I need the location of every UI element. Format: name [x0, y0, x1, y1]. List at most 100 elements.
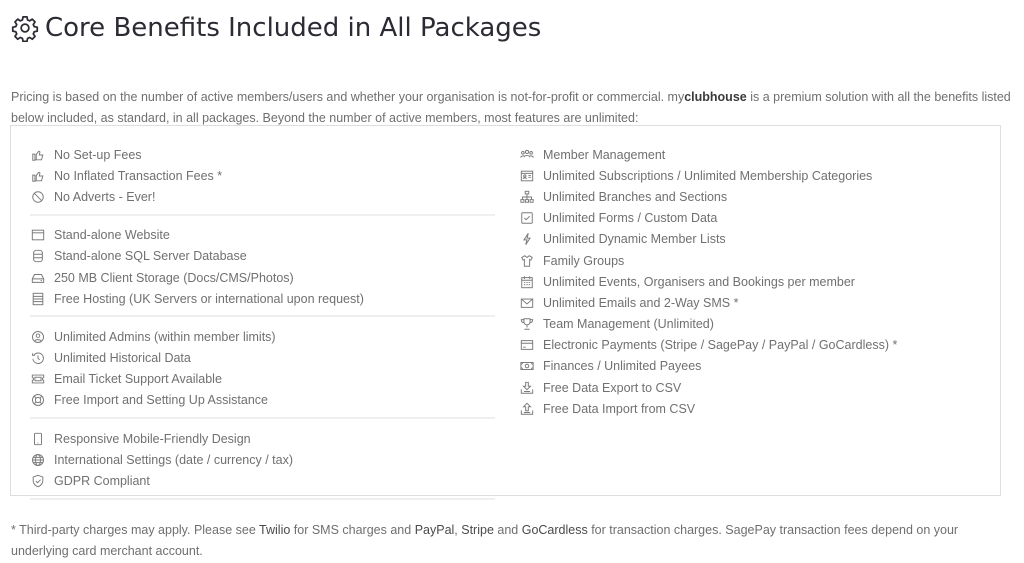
item-label: Team Management (Unlimited) — [543, 317, 714, 332]
list-item: Unlimited Emails and 2-Way SMS * — [519, 292, 984, 313]
footnote-text: for SMS charges and — [290, 522, 415, 537]
shield-check-icon — [31, 474, 45, 488]
list-item: Unlimited Forms / Custom Data — [519, 208, 984, 229]
list-item: Unlimited Events, Organisers and Booking… — [519, 271, 984, 292]
item-label: Electronic Payments (Stripe / SagePay / … — [543, 338, 898, 353]
intro-paragraph: Pricing is based on the number of active… — [11, 87, 1011, 129]
list-item: No Adverts - Ever! — [30, 186, 495, 207]
credit-card-icon — [520, 338, 534, 352]
list-item: Electronic Payments (Stripe / SagePay / … — [519, 335, 984, 356]
list-item: Finances / Unlimited Payees — [519, 356, 984, 377]
lifebuoy-icon — [31, 393, 45, 407]
trophy-icon — [520, 317, 534, 331]
list-item: Unlimited Branches and Sections — [519, 186, 984, 207]
intro-text-1: Pricing is based on the number of active… — [11, 89, 685, 104]
item-label: Free Import and Setting Up Assistance — [54, 393, 268, 408]
list-item: Unlimited Subscriptions / Unlimited Memb… — [519, 165, 984, 186]
item-label: Unlimited Subscriptions / Unlimited Memb… — [543, 168, 873, 183]
benefit-group-hosting: Stand-alone Website Stand-alone SQL Serv… — [30, 225, 495, 318]
footnote-text: and — [493, 522, 522, 537]
download-tray-icon — [520, 381, 534, 395]
item-label: Finances / Unlimited Payees — [543, 359, 702, 374]
item-label: International Settings (date / currency … — [54, 452, 294, 467]
brand-name: clubhouse — [684, 89, 747, 104]
upload-tray-icon — [520, 402, 534, 416]
list-item: Free Data Export to CSV — [519, 377, 984, 398]
users-icon — [520, 148, 534, 162]
mobile-icon — [31, 432, 45, 446]
hard-drive-icon — [31, 271, 45, 285]
server-icon — [31, 292, 45, 306]
gocardless-link[interactable]: GoCardless — [522, 523, 588, 537]
benefits-left-column: No Set-up Fees No Inflated Transaction F… — [30, 144, 495, 509]
item-label: No Set-up Fees — [54, 147, 142, 162]
thumbs-up-icon — [31, 169, 45, 183]
list-item: Stand-alone SQL Server Database — [30, 246, 495, 267]
history-icon — [31, 351, 45, 365]
benefit-group-features: Member Management Unlimited Subscription… — [519, 144, 984, 425]
item-label: Stand-alone Website — [54, 228, 170, 243]
item-label: Unlimited Events, Organisers and Booking… — [543, 274, 855, 289]
id-card-icon — [520, 169, 534, 183]
item-label: No Adverts - Ever! — [54, 189, 156, 204]
item-label: Free Hosting (UK Servers or internationa… — [54, 291, 364, 306]
item-label: Free Data Import from CSV — [543, 401, 696, 416]
thumbs-up-icon — [31, 148, 45, 162]
twilio-link[interactable]: Twilio — [259, 523, 290, 537]
benefits-right-column: Member Management Unlimited Subscription… — [519, 144, 984, 434]
item-label: Free Data Export to CSV — [543, 380, 682, 395]
list-item: International Settings (date / currency … — [30, 449, 495, 470]
list-item: GDPR Compliant — [30, 470, 495, 491]
benefits-panel: No Set-up Fees No Inflated Transaction F… — [10, 125, 1001, 500]
list-item: Unlimited Admins (within member limits) — [30, 326, 495, 347]
item-label: 250 MB Client Storage (Docs/CMS/Photos) — [54, 270, 294, 285]
stripe-link[interactable]: Stripe — [461, 523, 494, 537]
list-item: Stand-alone Website — [30, 225, 495, 246]
list-item: Free Import and Setting Up Assistance — [30, 390, 495, 411]
list-item: Family Groups — [519, 250, 984, 271]
item-label: Family Groups — [543, 253, 625, 268]
page-title: Core Benefits Included in All Packages — [45, 13, 542, 43]
item-label: Unlimited Emails and 2-Way SMS * — [543, 295, 739, 310]
envelope-icon — [520, 296, 534, 310]
sitemap-icon — [520, 190, 534, 204]
gear-icon — [11, 14, 39, 43]
item-label: Unlimited Dynamic Member Lists — [543, 232, 726, 247]
page-header: Core Benefits Included in All Packages — [11, 10, 541, 46]
list-item: Email Ticket Support Available — [30, 369, 495, 390]
list-item: Team Management (Unlimited) — [519, 314, 984, 335]
list-item: Free Hosting (UK Servers or internationa… — [30, 288, 495, 309]
list-item: No Set-up Fees — [30, 144, 495, 165]
item-label: Unlimited Historical Data — [54, 351, 191, 366]
benefit-group-fees: No Set-up Fees No Inflated Transaction F… — [30, 144, 495, 216]
item-label: Unlimited Branches and Sections — [543, 189, 728, 204]
footnote: * Third-party charges may apply. Please … — [11, 520, 1016, 562]
money-bill-icon — [520, 359, 534, 373]
calendar-icon — [520, 275, 534, 289]
benefit-group-design: Responsive Mobile-Friendly Design Intern… — [30, 428, 495, 500]
list-item: 250 MB Client Storage (Docs/CMS/Photos) — [30, 267, 495, 288]
paypal-link[interactable]: PayPal — [415, 523, 455, 537]
checkbox-icon — [520, 211, 534, 225]
item-label: No Inflated Transaction Fees * — [54, 168, 223, 183]
browser-window-icon — [31, 228, 45, 242]
item-label: Unlimited Admins (within member limits) — [54, 329, 276, 344]
item-label: Unlimited Forms / Custom Data — [543, 211, 718, 226]
item-label: Member Management — [543, 147, 666, 162]
database-icon — [31, 249, 45, 263]
item-label: GDPR Compliant — [54, 474, 150, 489]
user-circle-icon — [31, 330, 45, 344]
list-item: Free Data Import from CSV — [519, 398, 984, 419]
list-item: Responsive Mobile-Friendly Design — [30, 428, 495, 449]
list-item: Unlimited Dynamic Member Lists — [519, 229, 984, 250]
ticket-icon — [31, 372, 45, 386]
ban-icon — [31, 190, 45, 204]
bolt-icon — [520, 232, 534, 246]
footnote-text: * Third-party charges may apply. Please … — [11, 522, 260, 537]
list-item: No Inflated Transaction Fees * — [30, 165, 495, 186]
benefit-group-support: Unlimited Admins (within member limits) … — [30, 326, 495, 420]
shirt-icon — [520, 254, 534, 268]
item-label: Responsive Mobile-Friendly Design — [54, 431, 251, 446]
list-item: Member Management — [519, 144, 984, 165]
item-label: Email Ticket Support Available — [54, 372, 222, 387]
